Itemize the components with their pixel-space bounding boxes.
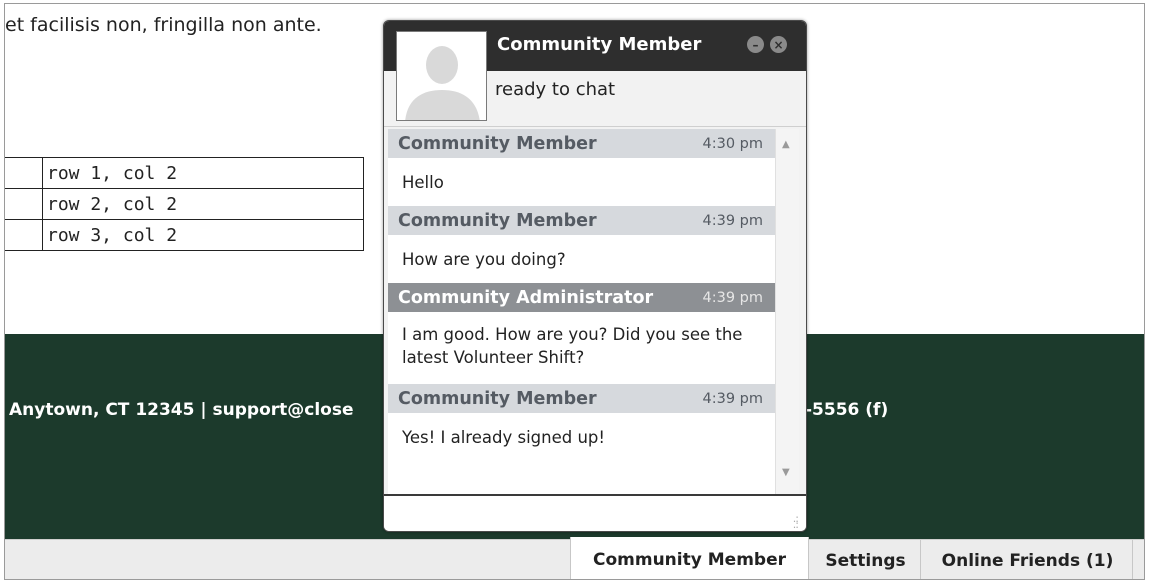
scroll-up-icon[interactable]: ▲ bbox=[782, 139, 790, 150]
table-row: row 3, col 2 bbox=[5, 219, 364, 251]
message-time: 4:39 pm bbox=[702, 289, 764, 306]
scroll-down-icon[interactable]: ▼ bbox=[782, 467, 790, 478]
content-table: row 1, col 2 row 2, col 2 row 3, col 2 bbox=[5, 157, 364, 251]
close-icon[interactable]: × bbox=[770, 36, 787, 53]
resize-grip-icon[interactable]: .:.: bbox=[793, 513, 799, 530]
message-header-admin: Community Administrator 4:39 pm bbox=[388, 283, 775, 312]
chat-title: Community Member bbox=[497, 34, 702, 55]
message-header: Community Member 4:39 pm bbox=[388, 206, 775, 235]
avatar bbox=[396, 31, 487, 121]
chat-message-input[interactable]: .:.: bbox=[384, 494, 806, 531]
message-time: 4:30 pm bbox=[702, 135, 764, 152]
footer-contact-text: Anytown, CT 12345 | support@close bbox=[9, 400, 354, 420]
table-cell: row 2, col 2 bbox=[42, 188, 364, 220]
table-cell bbox=[5, 157, 43, 189]
table-row: row 1, col 2 bbox=[5, 157, 364, 189]
message-text: Hello bbox=[402, 172, 444, 192]
message-time: 4:39 pm bbox=[702, 390, 764, 407]
minus-icon[interactable]: – bbox=[747, 36, 764, 53]
message-text: Yes! I already signed up! bbox=[402, 427, 605, 447]
avatar-silhouette-icon bbox=[397, 32, 486, 120]
message-header: Community Member 4:30 pm bbox=[388, 129, 775, 158]
message-sender: Community Member bbox=[398, 388, 597, 409]
message-sender: Community Member bbox=[398, 133, 597, 154]
status-text: ready to chat bbox=[495, 79, 616, 100]
message-sender: Community Administrator bbox=[398, 287, 654, 308]
tab-settings[interactable]: Settings bbox=[811, 540, 921, 579]
footer-fax-text: -5556 (f) bbox=[805, 400, 889, 420]
chat-bottom-bar: Community Member Settings Online Friends… bbox=[5, 537, 1144, 579]
message-time: 4:39 pm bbox=[702, 212, 764, 229]
table-cell: row 3, col 2 bbox=[42, 219, 364, 251]
message-scrollbar[interactable]: ▲ ▼ bbox=[775, 129, 799, 494]
message-text: I am good. How are you? Did you see the … bbox=[402, 325, 743, 367]
message-list: Community Member 4:30 pm Hello Community… bbox=[388, 129, 775, 494]
tab-community-member[interactable]: Community Member bbox=[570, 537, 809, 579]
message-header: Community Member 4:39 pm bbox=[388, 384, 775, 413]
message-sender: Community Member bbox=[398, 210, 597, 231]
body-text: et facilisis non, fringilla non ante. bbox=[5, 14, 322, 36]
table-row: row 2, col 2 bbox=[5, 188, 364, 220]
chat-window: Community Member – × ready to chat Commu… bbox=[383, 20, 807, 532]
table-cell: row 1, col 2 bbox=[42, 157, 364, 189]
table-cell bbox=[5, 188, 43, 220]
message-text: How are you doing? bbox=[402, 249, 566, 269]
table-cell bbox=[5, 219, 43, 251]
tab-online-friends[interactable]: Online Friends (1) bbox=[923, 540, 1133, 579]
